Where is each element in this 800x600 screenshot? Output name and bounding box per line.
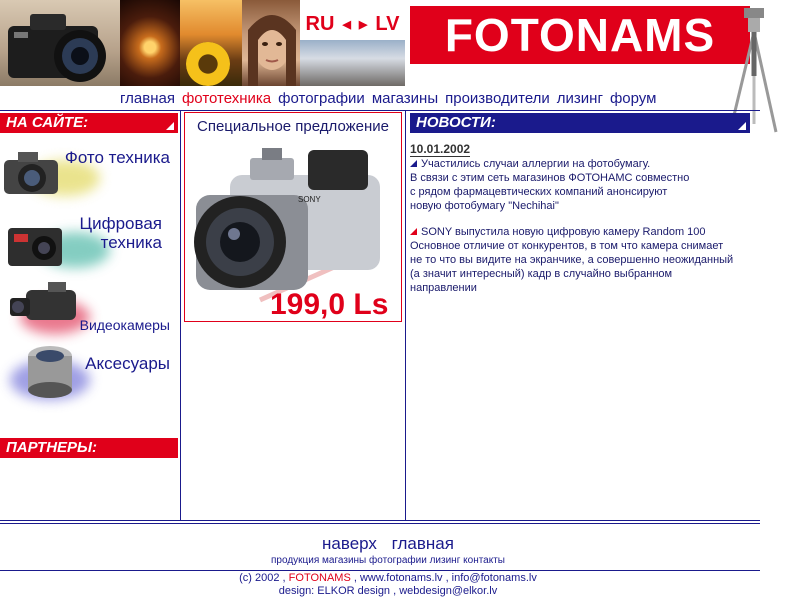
nav-leasing[interactable]: лизинг xyxy=(557,90,603,110)
sidebar-item-label: Цифровая техника xyxy=(79,214,162,252)
nav-phototech[interactable]: фототехника xyxy=(182,90,271,110)
lang-lv-link[interactable]: LV xyxy=(375,13,399,36)
lang-ru-link[interactable]: RU xyxy=(306,13,335,36)
sunflower-photo xyxy=(186,42,230,86)
candle-photo xyxy=(120,0,180,86)
footer-divider xyxy=(0,570,760,571)
news-item[interactable]: Участились случаи аллергии на фотобумагу… xyxy=(410,157,760,213)
footer-link-leasing[interactable]: лизинг xyxy=(430,555,461,566)
footer-link-photos[interactable]: фотографии xyxy=(369,555,427,566)
main-nav: главная фототехника фотографии магазины … xyxy=(120,90,656,110)
news-title: НОВОСТИ: xyxy=(410,113,750,133)
corner-triangle-icon xyxy=(166,122,174,130)
special-offer-title: Специальное предложение xyxy=(196,118,390,135)
arrow-left-icon: ◀ xyxy=(342,18,351,31)
footer-link-products[interactable]: продукция xyxy=(271,555,319,566)
nav-home[interactable]: главная xyxy=(120,90,175,110)
footer-home-link[interactable]: главная xyxy=(392,534,454,553)
sidebar-title: НА САЙТЕ: xyxy=(0,113,178,133)
design-credit: design: ELKOR design , webdesign@elkor.l… xyxy=(278,585,498,597)
camera-photo xyxy=(0,0,120,86)
video-camera-icon xyxy=(10,282,76,320)
nav-manufacturers[interactable]: производители xyxy=(445,90,550,110)
special-offer-price: 199,0 Ls xyxy=(270,288,389,321)
sidebar-item-label: Аксесуары xyxy=(85,354,170,373)
arrow-right-icon: ▶ xyxy=(358,18,368,31)
camera-icon xyxy=(4,152,58,194)
site-logo[interactable]: FOTONAMS xyxy=(410,6,750,64)
sidebar-item-photo[interactable]: Фото техника xyxy=(0,140,178,206)
sidebar-item-label: Фото техника xyxy=(64,148,170,167)
column-divider-left xyxy=(180,111,181,521)
footer-links: продукция магазины фотографии лизинг кон… xyxy=(0,555,776,566)
footer-link-contacts[interactable]: контакты xyxy=(463,555,505,566)
corner-triangle-icon xyxy=(738,122,746,130)
copyright: (c) 2002 , FOTONAMS , www.fotonams.lv , … xyxy=(239,572,537,584)
footer-divider xyxy=(0,523,760,524)
nav-forum[interactable]: форум xyxy=(610,90,657,110)
footer-main-links: наверх главная xyxy=(0,534,776,554)
lens-icon xyxy=(28,346,72,398)
nav-divider xyxy=(0,110,760,111)
nav-shops[interactable]: магазины xyxy=(372,90,438,110)
sidebar-item-digital[interactable]: Цифровая техника xyxy=(0,210,178,274)
column-divider-right xyxy=(405,111,406,521)
bullet-triangle-icon xyxy=(410,160,417,167)
language-switch: RU ◀ ▶ LV xyxy=(300,10,405,38)
sony-camera-image: SONY xyxy=(194,148,380,303)
copyright-brand[interactable]: FOTONAMS xyxy=(289,572,351,584)
nav-photos[interactable]: фотографии xyxy=(278,90,365,110)
sidebar-item-video[interactable]: Видеокамеры xyxy=(0,276,178,336)
footer-link-shops[interactable]: магазины xyxy=(322,555,366,566)
camera-brand-label: SONY xyxy=(298,195,321,204)
house-photo xyxy=(300,40,405,86)
news-date: 10.01.2002 xyxy=(410,142,471,157)
sidebar-item-accessories[interactable]: Аксесуары xyxy=(0,340,178,404)
news-item[interactable]: SONY выпустила новую цифровую камеру Ran… xyxy=(410,225,760,295)
header-photo-strip xyxy=(0,0,300,86)
footer-divider xyxy=(0,520,760,521)
partners-title: ПАРТНЕРЫ: xyxy=(0,438,178,458)
sidebar-item-label: Видеокамеры xyxy=(79,317,170,333)
bullet-triangle-icon xyxy=(410,228,417,235)
footer-top-link[interactable]: наверх xyxy=(322,534,377,553)
portrait-photo xyxy=(242,0,300,86)
